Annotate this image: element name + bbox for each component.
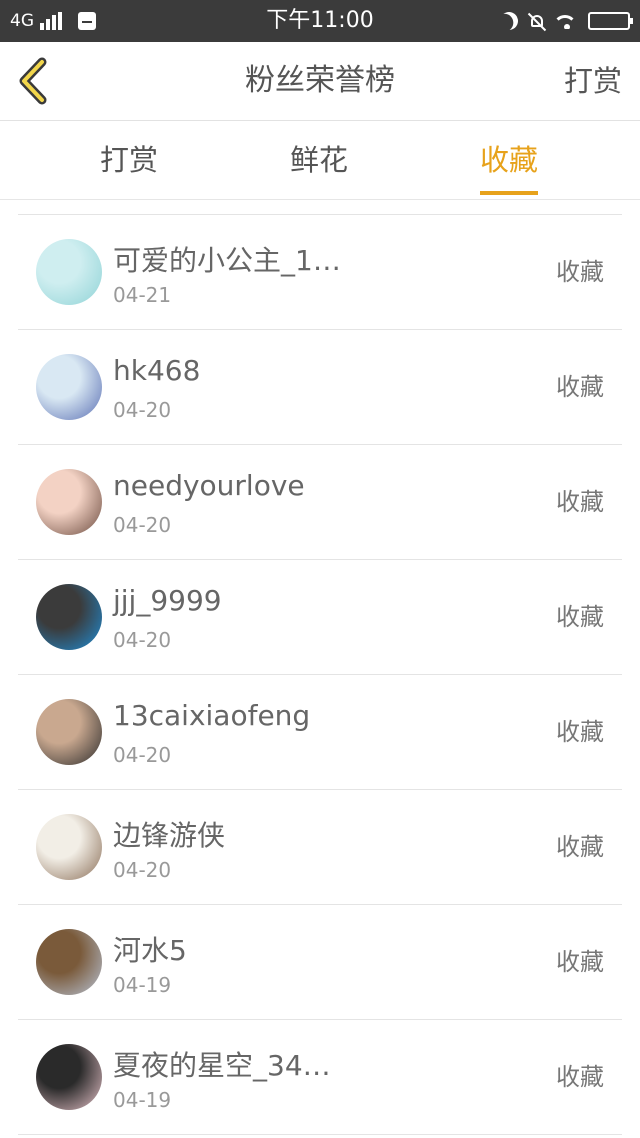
- status-right: [497, 0, 633, 42]
- avatar[interactable]: [36, 354, 102, 420]
- list-item[interactable]: 可爱的小公主_1… 04-21 收藏: [18, 215, 622, 330]
- reward-button[interactable]: 打赏: [564, 42, 622, 120]
- user-name: jjj_9999: [113, 584, 222, 617]
- avatar[interactable]: [36, 584, 102, 650]
- mute-bell-icon: [528, 12, 546, 30]
- tab-bar: 打赏 鲜花 收藏: [0, 121, 640, 200]
- user-name: 夏夜的星空_34…: [113, 1049, 331, 1082]
- avatar[interactable]: [36, 239, 102, 305]
- user-name: 边锋游侠: [113, 819, 226, 852]
- back-button[interactable]: [14, 56, 54, 106]
- active-tab-indicator: [480, 191, 539, 195]
- favorite-label: 收藏: [556, 718, 604, 746]
- favorite-label: 收藏: [556, 833, 604, 861]
- list-item[interactable]: 13caixiaofeng 04-20 收藏: [18, 675, 622, 790]
- fan-list: 可爱的小公主_1… 04-21 收藏 hk468 04-20 收藏 needyourlove…: [18, 214, 622, 1135]
- tab-label: 打赏: [100, 143, 159, 177]
- favorite-label: 收藏: [556, 488, 604, 516]
- status-bar: 4G 下午11:00: [0, 0, 640, 42]
- list-item[interactable]: jjj_9999 04-20 收藏: [18, 560, 622, 675]
- item-date: 04-20: [113, 743, 172, 767]
- favorite-label: 收藏: [556, 603, 604, 631]
- nav-header: 粉丝荣誉榜 打赏: [0, 42, 640, 121]
- item-date: 04-20: [113, 513, 172, 537]
- list-item[interactable]: needyourlove 04-20 收藏: [18, 445, 622, 560]
- item-date: 04-20: [113, 628, 172, 652]
- page-title: 粉丝荣誉榜: [245, 63, 395, 98]
- list-item[interactable]: 夏夜的星空_34… 04-19 收藏: [18, 1020, 622, 1135]
- user-name: needyourlove: [113, 469, 305, 502]
- item-date: 04-19: [113, 1088, 172, 1112]
- avatar[interactable]: [36, 699, 102, 765]
- item-date: 04-19: [113, 973, 172, 997]
- tab-label: 鲜花: [290, 143, 349, 177]
- chevron-left-icon: [19, 57, 47, 105]
- avatar[interactable]: [36, 469, 102, 535]
- list-item[interactable]: 边锋游侠 04-20 收藏: [18, 790, 622, 905]
- favorite-label: 收藏: [556, 948, 604, 976]
- favorite-label: 收藏: [556, 1063, 604, 1091]
- tab-reward[interactable]: 打赏: [100, 121, 158, 199]
- user-name: 可爱的小公主_1…: [113, 244, 341, 277]
- list-item[interactable]: 河水5 04-19 收藏: [18, 905, 622, 1020]
- wifi-icon: [556, 13, 578, 29]
- list-item[interactable]: hk468 04-20 收藏: [18, 330, 622, 445]
- avatar[interactable]: [36, 929, 102, 995]
- favorite-label: 收藏: [556, 258, 604, 286]
- avatar[interactable]: [36, 814, 102, 880]
- item-date: 04-20: [113, 858, 172, 882]
- user-name: hk468: [113, 354, 201, 387]
- user-name: 13caixiaofeng: [113, 699, 311, 732]
- avatar[interactable]: [36, 1044, 102, 1110]
- moon-icon: [497, 9, 520, 32]
- user-name: 河水5: [113, 934, 187, 967]
- battery-icon: [588, 12, 633, 30]
- item-date: 04-21: [113, 283, 172, 307]
- tab-favorites[interactable]: 收藏: [480, 121, 539, 199]
- favorite-label: 收藏: [556, 373, 604, 401]
- item-date: 04-20: [113, 398, 172, 422]
- tab-flowers[interactable]: 鲜花: [290, 121, 348, 199]
- tab-label: 收藏: [480, 143, 539, 177]
